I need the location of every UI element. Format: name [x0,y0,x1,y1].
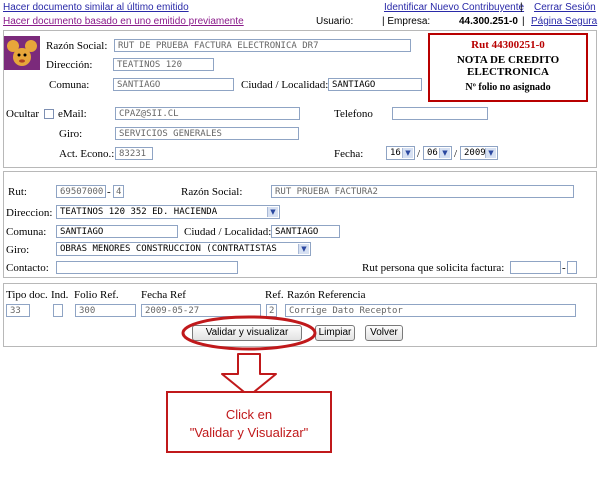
receiver-rut-label: Rut: [8,186,27,198]
issuer-telefono-field[interactable] [392,107,488,120]
receiver-contacto-label: Contacto: [6,262,49,274]
chevron-down-icon: ▼ [298,244,309,254]
issuer-giro-label: Giro: [59,128,83,140]
solicita-dv-field[interactable] [567,261,577,274]
receiver-comuna-field[interactable]: SANTIAGO [56,225,178,238]
issuer-email-field[interactable]: CPAZ@SII.CL [115,107,300,120]
receiver-giro-value: OBRAS MENORES CONSTRUCCION (CONTRATISTAS [60,244,277,254]
receiver-direccion-select[interactable]: TEATINOS 120 352 ED. HACIENDA ▼ [56,205,280,219]
issuer-telefono-label: Telefono [334,108,373,120]
chevron-down-icon: ▼ [439,148,450,158]
ref-razon-label: Razón Referencia [287,289,366,301]
date-separator: / [454,148,458,160]
chevron-down-icon: ▼ [267,207,278,217]
ref-folio-label: Folio Ref. [74,289,119,301]
receiver-direccion-value: TEATINOS 120 352 ED. HACIENDA [60,207,218,217]
link-secure-page[interactable]: Página Segura [531,16,597,27]
usuario-label: Usuario: [316,16,354,27]
fecha-month-select[interactable]: 06 ▼ [423,146,452,160]
issuer-comuna-label: Comuna: [49,79,90,91]
topbar-separator: | [520,2,523,13]
ref-ref-field[interactable]: 2 [266,304,277,317]
clear-button[interactable]: Limpiar [315,325,355,341]
issuer-direccion-label: Dirección: [46,59,93,71]
issuer-giro-field[interactable]: SERVICIOS GENERALES [115,127,299,140]
callout-line1: Click en [225,407,273,422]
ref-tipo-field[interactable]: 33 [6,304,30,317]
solicita-dash: - [562,262,566,274]
ref-tipo-label: Tipo doc. [6,289,48,301]
company-logo [4,36,40,70]
ref-folio-field[interactable]: 300 [75,304,136,317]
solicita-rut-field[interactable] [510,261,561,274]
issuer-ciudad-label: Ciudad / Localidad: [241,79,329,91]
arrow-icon [221,353,277,397]
issuer-email-label: eMail: [58,108,87,120]
document-rut: Rut 44300251-0 [471,39,545,51]
chevron-down-icon: ▼ [485,148,496,158]
ref-fecha-field[interactable]: 2009-05-27 [141,304,261,317]
validate-and-view-button[interactable]: Validar y visualizar [192,325,302,341]
link-logout[interactable]: Cerrar Sesión [534,2,596,13]
fecha-label: Fecha: [334,148,364,160]
ref-razon-field[interactable]: Corrige Dato Receptor [285,304,576,317]
fecha-year-value: 2009 [464,148,486,158]
receiver-razon-social-label: Razón Social: [181,186,243,198]
document-folio: Nº folio no asignado [465,82,551,93]
document-type-box: Rut 44300251-0 NOTA DE CREDITO ELECTRONI… [428,33,588,102]
ocultar-checkbox[interactable] [44,109,54,119]
issuer-razon-social-field[interactable]: RUT DE PRUEBA FACTURA ELECTRONICA DR7 [114,39,411,52]
ocultar-label: Ocultar [6,108,39,120]
rut-dash: - [107,186,111,198]
instruction-callout: Click en "Validar y Visualizar" [166,391,332,453]
solicita-label: Rut persona que solicita factura: [362,262,505,274]
back-button[interactable]: Volver [365,325,403,341]
issuer-ciudad-field[interactable]: SANTIAGO [328,78,422,91]
receiver-contacto-field[interactable] [56,261,238,274]
date-separator: / [417,148,421,160]
callout-line2: "Validar y Visualizar" [189,425,309,440]
receiver-razon-social-field[interactable]: RUT PRUEBA FACTURA2 [271,185,574,198]
link-similar-document[interactable]: Hacer documento similar al último emitid… [3,2,189,13]
document-type-line1: NOTA DE CREDITO [456,54,560,66]
link-new-contributor[interactable]: Identificar Nuevo Contribuyente [384,2,524,13]
empresa-value: 44.300.251-0 [459,16,518,27]
link-based-document[interactable]: Hacer documento basado en uno emitido pr… [3,16,244,27]
document-type-line2: ELECTRONICA [467,66,549,78]
receiver-rut-dv-field[interactable]: 4 [113,185,124,198]
issuer-acteco-field[interactable]: 83231 [115,147,153,160]
issuer-comuna-field[interactable]: SANTIAGO [113,78,234,91]
topbar-separator: | [522,16,525,27]
receiver-ciudad-label: Ciudad / Localidad: [184,226,272,238]
receiver-rut-field[interactable]: 69507000 [56,185,106,198]
fecha-month-value: 06 [427,148,438,158]
receiver-comuna-label: Comuna: [6,226,47,238]
receiver-giro-select[interactable]: OBRAS MENORES CONSTRUCCION (CONTRATISTAS… [56,242,311,256]
fecha-year-select[interactable]: 2009 ▼ [460,146,498,160]
receiver-giro-label: Giro: [6,244,30,256]
ref-ind-label: Ind. [51,289,69,301]
issuer-razon-social-label: Razón Social: [46,40,108,52]
issuer-direccion-field[interactable]: TEATINOS 120 [113,58,214,71]
chevron-down-icon: ▼ [402,148,413,158]
issuer-acteco-label: Act. Econo.: [59,148,115,160]
fecha-day-value: 16 [390,148,401,158]
empresa-label: | Empresa: [382,16,431,27]
fecha-day-select[interactable]: 16 ▼ [386,146,415,160]
receiver-ciudad-field[interactable]: SANTIAGO [271,225,340,238]
receiver-direccion-label: Direccion: [6,207,53,219]
ref-ind-field[interactable] [53,304,63,317]
ref-fecha-label: Fecha Ref [141,289,186,301]
ref-ref-label: Ref. [265,289,284,301]
